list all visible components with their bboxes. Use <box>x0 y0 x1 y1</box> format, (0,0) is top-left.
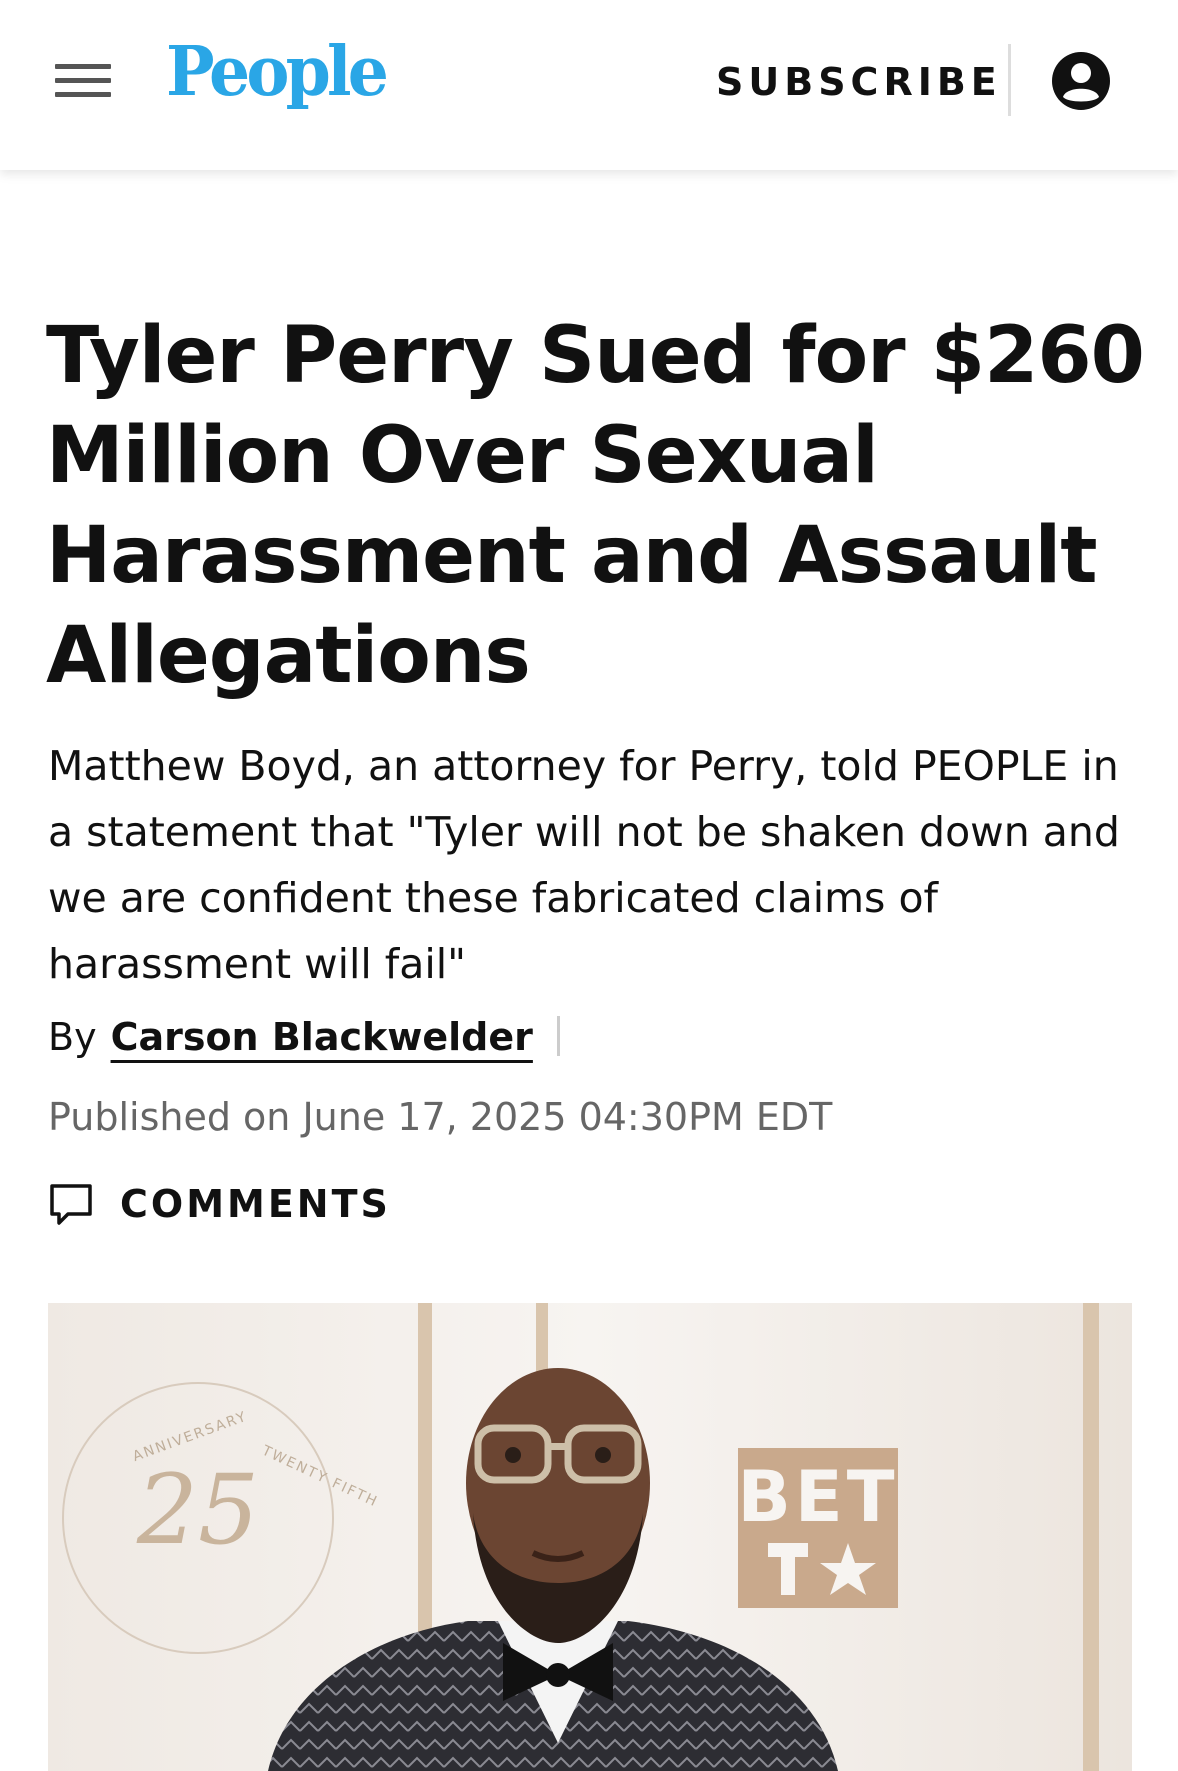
article-headline: Tyler Perry Sued for $260 Million Over S… <box>46 311 1145 701</box>
bet-logo: BET <box>738 1448 899 1608</box>
publish-date: Published on June 17, 2025 04:30PM EDT <box>48 1095 833 1139</box>
menu-icon[interactable] <box>55 60 111 102</box>
byline-divider <box>556 1016 560 1056</box>
byline-prefix: By <box>48 1015 97 1059</box>
article-hero-photo: 25 ANNIVERSARY TWENTY FIFTH BET <box>48 1303 1132 1771</box>
header-divider <box>1008 44 1011 116</box>
article-dek: Matthew Boyd, an attorney for Perry, tol… <box>48 742 1120 988</box>
photo-illustration: 25 ANNIVERSARY TWENTY FIFTH BET <box>48 1303 1132 1771</box>
people-logo[interactable]: People <box>166 32 389 112</box>
top-navigation-bar: People SUBSCRIBE <box>0 0 1178 170</box>
account-icon[interactable] <box>1050 50 1112 112</box>
seal-number: 25 <box>136 1454 259 1566</box>
byline: By Carson Blackwelder <box>48 1015 560 1059</box>
comment-icon <box>50 1184 92 1225</box>
svg-text:BET: BET <box>738 1456 899 1538</box>
subscribe-button[interactable]: SUBSCRIBE <box>716 60 1002 104</box>
comments-label: COMMENTS <box>120 1182 391 1226</box>
author-link[interactable]: Carson Blackwelder <box>111 1015 533 1059</box>
